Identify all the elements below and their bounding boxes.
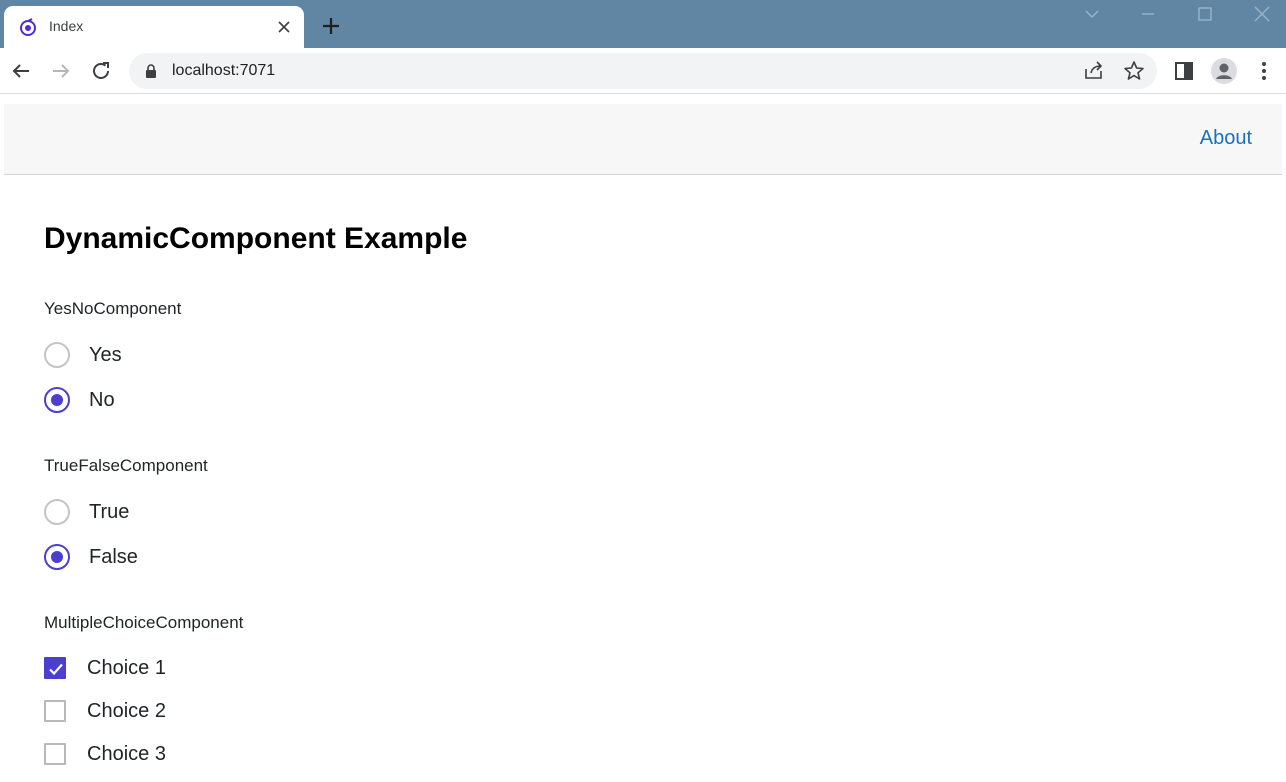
checkbox[interactable] xyxy=(44,743,66,765)
radio-label[interactable]: Yes xyxy=(89,344,122,367)
browser-titlebar: Index xyxy=(0,0,1286,48)
checkbox-option-2[interactable]: Choice 2 xyxy=(44,696,166,726)
plus-icon[interactable] xyxy=(320,15,342,37)
side-panel-icon[interactable] xyxy=(1172,59,1196,83)
url-text[interactable]: localhost:7071 xyxy=(172,62,275,80)
tab-title: Index xyxy=(49,18,84,34)
browser-toolbar: localhost:7071 xyxy=(0,48,1286,94)
radio-button[interactable] xyxy=(44,544,70,570)
checkbox-label[interactable]: Choice 3 xyxy=(87,743,166,766)
section-title: YesNoComponent xyxy=(44,299,182,318)
radio-button[interactable] xyxy=(44,342,70,368)
about-link[interactable]: About xyxy=(1200,127,1252,150)
checkbox-option-1[interactable]: Choice 1 xyxy=(44,653,166,683)
main-content: DynamicComponent Example xyxy=(44,222,467,256)
profile-icon[interactable] xyxy=(1210,57,1238,85)
radio-option-no[interactable]: No xyxy=(44,385,115,415)
arrow-left-icon[interactable] xyxy=(9,59,33,83)
address-bar[interactable]: localhost:7071 xyxy=(129,53,1157,89)
star-icon[interactable] xyxy=(1122,59,1146,83)
radio-option-false[interactable]: False xyxy=(44,542,138,572)
multiple-choice-component: MultipleChoiceComponent Choice 1 Choice … xyxy=(44,613,244,765)
minimize-icon[interactable] xyxy=(1138,6,1158,22)
yes-no-component: YesNoComponent Yes No xyxy=(44,299,182,413)
maximize-icon[interactable] xyxy=(1195,6,1215,22)
kebab-menu-icon[interactable] xyxy=(1252,59,1276,83)
radio-label[interactable]: True xyxy=(89,501,129,524)
browser-tab[interactable]: Index xyxy=(4,6,304,48)
radio-button[interactable] xyxy=(44,387,70,413)
close-icon[interactable] xyxy=(274,17,294,37)
section-title: MultipleChoiceComponent xyxy=(44,613,244,632)
radio-option-true[interactable]: True xyxy=(44,497,129,527)
share-icon[interactable] xyxy=(1082,59,1106,83)
true-false-component: TrueFalseComponent True False xyxy=(44,456,208,570)
checkmark-icon xyxy=(49,663,63,676)
arrow-right-icon[interactable] xyxy=(49,59,73,83)
radio-option-yes[interactable]: Yes xyxy=(44,340,122,370)
radio-label[interactable]: False xyxy=(89,546,138,569)
window-close-icon[interactable] xyxy=(1252,6,1272,22)
checkbox[interactable] xyxy=(44,657,66,679)
radio-label[interactable]: No xyxy=(89,389,115,412)
top-navbar: About xyxy=(4,104,1282,175)
checkbox-label[interactable]: Choice 2 xyxy=(87,700,166,723)
lock-icon[interactable] xyxy=(143,63,159,79)
radio-button[interactable] xyxy=(44,499,70,525)
page-title: DynamicComponent Example xyxy=(44,222,468,255)
checkbox[interactable] xyxy=(44,700,66,722)
chevron-down-icon[interactable] xyxy=(1082,6,1102,22)
reload-icon[interactable] xyxy=(89,59,113,83)
checkbox-label[interactable]: Choice 1 xyxy=(87,657,166,680)
checkbox-option-3[interactable]: Choice 3 xyxy=(44,739,166,769)
section-title: TrueFalseComponent xyxy=(44,456,208,475)
blazor-icon xyxy=(20,18,36,36)
